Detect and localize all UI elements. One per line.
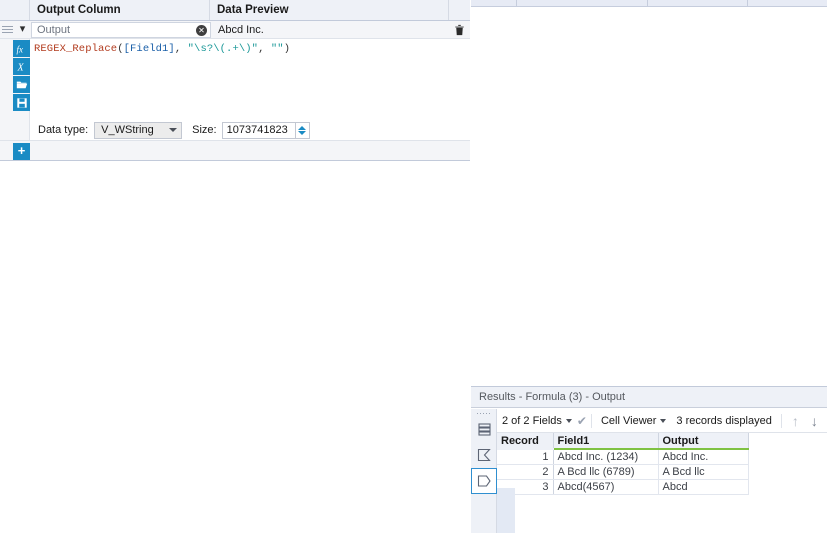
toolbar-divider xyxy=(780,413,782,428)
layers-icon[interactable] xyxy=(471,416,497,442)
size-stepper[interactable] xyxy=(295,121,310,139)
data-type-label: Data type: xyxy=(38,124,89,136)
header-output-column: Output Column xyxy=(30,0,210,20)
header-gutter xyxy=(0,0,30,20)
data-type-select[interactable]: V_WString xyxy=(94,121,183,139)
results-title: Results - Formula (3) - Output xyxy=(471,387,827,408)
results-rail xyxy=(471,409,497,533)
save-disk-icon[interactable] xyxy=(13,94,30,111)
cell-viewer-label: Cell Viewer xyxy=(600,414,657,427)
size-label: Size: xyxy=(192,124,217,136)
output-column-row: ▾ Output ✕ Abcd Inc. xyxy=(0,21,470,39)
add-column-row: + xyxy=(0,140,470,161)
variable-x-icon[interactable]: X xyxy=(13,58,30,75)
fx-icon[interactable]: fx xyxy=(13,40,30,57)
table-row[interactable]: 1 Abcd Inc. (1234) Abcd Inc. xyxy=(497,449,749,465)
alteryx-designer-window: Output Column Data Preview ▾ Output ✕ Ab… xyxy=(0,0,827,533)
formula-token-pattern: "\s?\(.+\)" xyxy=(187,43,259,55)
header-data-preview: Data Preview xyxy=(210,0,449,20)
rail-grip-icon[interactable] xyxy=(471,409,496,416)
data-shape-icon[interactable] xyxy=(471,468,497,494)
fields-selector[interactable]: 2 of 2 Fields xyxy=(497,415,577,427)
data-shape-glyph xyxy=(477,475,491,487)
results-toolbar: 2 of 2 Fields ✔ Cell Viewer 3 records di… xyxy=(497,409,827,433)
sigma-icon[interactable] xyxy=(471,442,497,468)
sigma-glyph xyxy=(477,448,491,462)
clear-circle-icon[interactable]: ✕ xyxy=(196,24,207,36)
formula-token-comma1: , xyxy=(174,43,188,55)
cell-record: 2 xyxy=(497,464,554,480)
size-value: 1073741823 xyxy=(226,124,288,136)
save-disk-glyph xyxy=(16,97,27,108)
trash-icon[interactable] xyxy=(448,21,470,38)
stepper-down-icon[interactable] xyxy=(298,130,307,135)
drag-handle-icon[interactable] xyxy=(2,23,15,36)
layers-glyph xyxy=(477,422,491,436)
cell-record: 1 xyxy=(497,449,554,465)
results-panel: Results - Formula (3) - Output 2 of 2 Fi… xyxy=(471,386,827,533)
size-input[interactable]: 1073741823 xyxy=(221,121,296,139)
cell-output[interactable]: Abcd xyxy=(658,479,749,495)
header-actions xyxy=(449,0,469,20)
table-row[interactable]: 3 Abcd(4567) Abcd xyxy=(497,479,749,495)
output-column-value: Output xyxy=(37,23,71,36)
cell-field1[interactable]: Abcd Inc. (1234) xyxy=(553,449,659,465)
stepper-up-icon[interactable] xyxy=(298,125,307,130)
formula-token-comma2: , xyxy=(258,43,271,55)
formula-toolbar-rail: fx X xyxy=(13,40,30,111)
formula-token-function: REGEX_Replace xyxy=(34,43,118,55)
chevron-down-icon xyxy=(565,418,572,423)
checkmark-icon[interactable]: ✔ xyxy=(577,414,587,428)
cell-viewer-selector[interactable]: Cell Viewer xyxy=(596,415,671,427)
fields-label: 2 of 2 Fields xyxy=(502,414,562,427)
formula-configuration-panel: Output Column Data Preview ▾ Output ✕ Ab… xyxy=(0,0,470,533)
output-column-input[interactable]: Output ✕ xyxy=(31,21,211,38)
toolbar-divider xyxy=(590,413,592,428)
svg-text:X: X xyxy=(16,62,24,73)
data-type-value: V_WString xyxy=(101,124,154,136)
canvas-top-strip xyxy=(471,0,827,7)
formula-expression-editor[interactable]: REGEX_Replace([Field1], "\s?\(.+\)", "") xyxy=(30,39,470,119)
cell-field1[interactable]: Abcd(4567) xyxy=(553,479,659,495)
records-displayed-label: 3 records displayed xyxy=(676,414,772,427)
open-folder-glyph xyxy=(16,81,27,88)
formula-token-replacement: "" xyxy=(270,43,284,55)
add-column-button[interactable]: + xyxy=(13,143,30,160)
table-header-row: Record Field1 Output xyxy=(497,433,749,450)
chevron-down-icon xyxy=(169,128,178,132)
arrow-up-icon[interactable]: ↑ xyxy=(786,413,805,429)
column-header-output[interactable]: Output xyxy=(658,433,749,450)
cell-output[interactable]: A Bcd llc xyxy=(658,464,749,480)
workflow-canvas[interactable]: 3 51b Output = REGEX_Replace ([Field1], … xyxy=(471,0,827,386)
fx-glyph: fx xyxy=(16,44,23,54)
chevron-down-icon xyxy=(660,418,667,423)
open-folder-icon[interactable] xyxy=(13,76,30,93)
table-row[interactable]: 2 A Bcd llc (6789) A Bcd llc xyxy=(497,464,749,480)
cell-output[interactable]: Abcd Inc. xyxy=(658,449,749,465)
data-preview-value: Abcd Inc. xyxy=(218,23,264,36)
column-header-record[interactable]: Record xyxy=(497,433,554,450)
formula-token-field: [Field1] xyxy=(123,43,175,55)
results-table: Record Field1 Output 1 Abcd Inc. (1234) … xyxy=(497,433,749,495)
formula-expression-text: REGEX_Replace([Field1], "\s?\(.+\)", "") xyxy=(30,39,470,55)
results-grid[interactable]: Record Field1 Output 1 Abcd Inc. (1234) … xyxy=(497,433,827,533)
config-column-headers: Output Column Data Preview xyxy=(0,0,470,21)
arrow-down-icon[interactable]: ↓ xyxy=(805,413,824,429)
column-header-field1[interactable]: Field1 xyxy=(553,433,659,450)
trash-glyph xyxy=(454,24,464,35)
data-type-row: Data type: V_WString Size: 1073741823 xyxy=(30,119,470,141)
svg-text:fx: fx xyxy=(16,44,23,54)
formula-token-close-paren: ) xyxy=(283,43,291,55)
grid-left-strip xyxy=(497,488,515,533)
variable-x-glyph: X xyxy=(16,62,24,73)
cell-field1[interactable]: A Bcd llc (6789) xyxy=(553,464,659,480)
chevron-down-icon[interactable]: ▾ xyxy=(15,24,30,35)
config-empty-area xyxy=(0,161,470,533)
